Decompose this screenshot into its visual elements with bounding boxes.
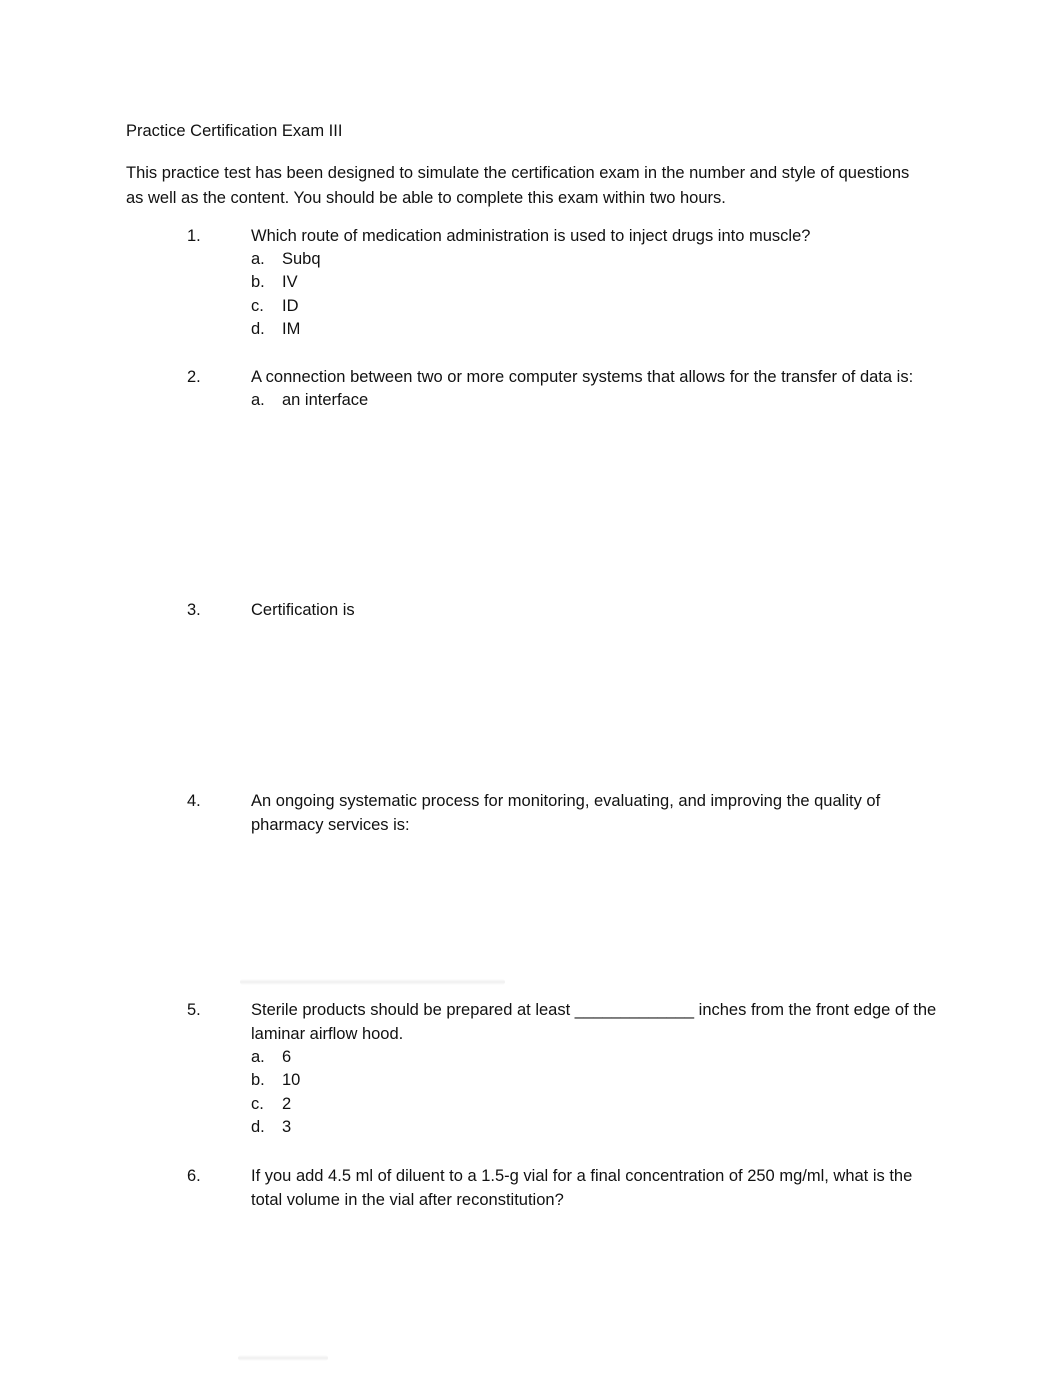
question-text: An ongoing systematic process for monito… (251, 792, 881, 834)
blur-artifact (240, 979, 505, 985)
option-text: 10 (282, 1071, 301, 1090)
option-letter: b. (251, 1071, 265, 1090)
answer-option: a. 6 (251, 1046, 947, 1069)
question-number: 4. (187, 792, 201, 810)
option-text: 3 (282, 1117, 292, 1136)
question-1: 1. Which route of medication administrat… (187, 224, 947, 341)
option-letter: a. (251, 1048, 265, 1066)
answer-option: d. 3 (251, 1116, 947, 1139)
document-intro: This practice test has been designed to … (126, 164, 910, 207)
option-letter: a. (251, 391, 265, 409)
question-number: 1. (187, 227, 201, 245)
blur-artifact (238, 1355, 328, 1361)
answer-option: a. an interface (251, 389, 947, 412)
question-text: Which route of medication administration… (251, 227, 811, 245)
answer-option: b. IV (251, 271, 947, 294)
answer-option: d. IM (251, 318, 947, 341)
question-number: 2. (187, 368, 201, 386)
option-text: IM (282, 319, 301, 338)
document-title: Practice Certification Exam III (126, 122, 343, 140)
option-letter: d. (251, 319, 265, 338)
option-letter: c. (251, 1094, 264, 1113)
question-4: 4. An ongoing systematic process for mon… (187, 789, 947, 837)
question-text: Certification is (251, 601, 355, 619)
answer-option: a. Subq (251, 248, 947, 271)
option-text: an interface (282, 391, 369, 409)
question-text: If you add 4.5 ml of diluent to a 1.5-g … (251, 1167, 913, 1209)
option-text: ID (282, 296, 299, 315)
option-text: IV (282, 273, 298, 292)
option-text: 6 (282, 1048, 292, 1066)
question-3: 3. Certification is (187, 598, 947, 622)
answer-option: c. ID (251, 295, 947, 318)
question-5: 5. Sterile products should be prepared a… (187, 998, 947, 1139)
option-letter: d. (251, 1117, 265, 1136)
option-letter: c. (251, 296, 264, 315)
question-number: 3. (187, 601, 201, 619)
question-number: 5. (187, 1001, 201, 1019)
option-letter: b. (251, 273, 265, 292)
question-2: 2. A connection between two or more comp… (187, 365, 947, 412)
question-6: 6. If you add 4.5 ml of diluent to a 1.5… (187, 1164, 947, 1212)
option-letter: a. (251, 250, 265, 268)
option-text: Subq (282, 250, 321, 268)
question-text: Sterile products should be prepared at l… (251, 1001, 937, 1043)
question-number: 6. (187, 1167, 201, 1185)
question-text: A connection between two or more compute… (251, 368, 914, 386)
document-page: Practice Certification Exam III This pra… (0, 0, 1062, 1377)
answer-option: b. 10 (251, 1069, 947, 1092)
answer-option: c. 2 (251, 1093, 947, 1116)
option-text: 2 (282, 1094, 292, 1113)
